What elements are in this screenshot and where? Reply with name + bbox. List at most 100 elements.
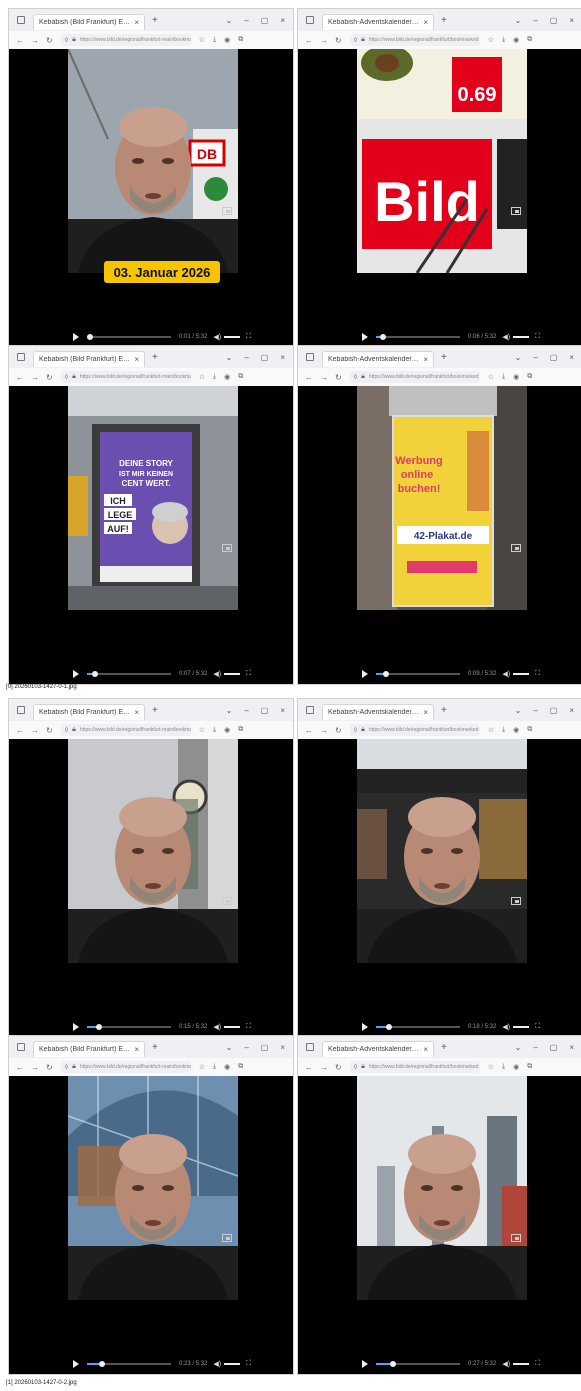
volume-icon[interactable]: ◀︎): [502, 1023, 510, 1031]
browser-tab[interactable]: Kebabish-Adventskalender Ebershausen ×: [322, 704, 434, 720]
account-icon[interactable]: ◉: [513, 373, 519, 381]
forward-icon[interactable]: →: [320, 373, 328, 382]
maximize-icon[interactable]: ▢: [261, 706, 269, 715]
chevron-down-icon[interactable]: ⌄: [515, 1043, 522, 1052]
fullscreen-icon[interactable]: ⛶: [246, 333, 251, 341]
forward-icon[interactable]: →: [31, 373, 39, 382]
volume-slider[interactable]: [513, 673, 530, 675]
tab-list-icon[interactable]: [306, 1043, 314, 1051]
back-icon[interactable]: ←: [16, 1063, 24, 1072]
seek-handle[interactable]: [99, 1361, 106, 1367]
reload-icon[interactable]: ↻: [46, 1063, 53, 1072]
reload-icon[interactable]: ↻: [335, 726, 342, 735]
close-window-icon[interactable]: ×: [569, 706, 574, 715]
video-frame[interactable]: [357, 1076, 527, 1300]
seek-handle[interactable]: [383, 671, 390, 677]
tab-list-icon[interactable]: [17, 1043, 25, 1051]
download-icon[interactable]: ⤓: [213, 373, 216, 381]
extensions-icon[interactable]: ⧉: [238, 1063, 243, 1071]
download-icon[interactable]: ⤓: [502, 373, 505, 381]
volume-icon[interactable]: ◀︎): [213, 1360, 221, 1368]
bookmark-star-icon[interactable]: ☆: [488, 726, 494, 734]
play-icon[interactable]: [362, 333, 368, 341]
browser-tab[interactable]: Kebabish (Bild Frankfurt) Erebusreaktion…: [33, 14, 145, 30]
volume-slider[interactable]: [224, 1026, 241, 1028]
pip-icon[interactable]: [511, 544, 521, 552]
account-icon[interactable]: ◉: [224, 1063, 230, 1071]
minimize-icon[interactable]: –: [533, 353, 537, 362]
fullscreen-icon[interactable]: ⛶: [246, 670, 251, 678]
new-tab-icon[interactable]: +: [152, 705, 158, 716]
minimize-icon[interactable]: –: [244, 706, 248, 715]
video-frame[interactable]: 0.69 Bild: [357, 49, 527, 273]
maximize-icon[interactable]: ▢: [550, 706, 558, 715]
chevron-down-icon[interactable]: ⌄: [515, 16, 522, 25]
chevron-down-icon[interactable]: ⌄: [226, 16, 233, 25]
reload-icon[interactable]: ↻: [335, 373, 342, 382]
url-bar[interactable]: ◊ 🔒︎ https://www.bild.de/regional/frankf…: [60, 1061, 191, 1073]
maximize-icon[interactable]: ▢: [261, 353, 269, 362]
tab-list-icon[interactable]: [306, 16, 314, 24]
close-window-icon[interactable]: ×: [569, 1043, 574, 1052]
pip-icon[interactable]: [222, 544, 232, 552]
bookmark-star-icon[interactable]: ☆: [199, 1063, 205, 1071]
minimize-icon[interactable]: –: [244, 16, 248, 25]
volume-icon[interactable]: ◀︎): [502, 333, 510, 341]
forward-icon[interactable]: →: [320, 36, 328, 45]
back-icon[interactable]: ←: [305, 726, 313, 735]
reload-icon[interactable]: ↻: [46, 373, 53, 382]
reload-icon[interactable]: ↻: [46, 36, 53, 45]
play-icon[interactable]: [73, 670, 79, 678]
bookmark-star-icon[interactable]: ☆: [199, 726, 205, 734]
pip-icon[interactable]: [511, 207, 521, 215]
forward-icon[interactable]: →: [31, 1063, 39, 1072]
bookmark-star-icon[interactable]: ☆: [199, 373, 205, 381]
url-bar[interactable]: ◊ 🔒︎ https://www.bild.de/regional/frankf…: [349, 724, 480, 736]
minimize-icon[interactable]: –: [244, 1043, 248, 1052]
url-bar[interactable]: ◊ 🔒︎ https://www.bild.de/regional/frankf…: [60, 34, 191, 46]
account-icon[interactable]: ◉: [513, 726, 519, 734]
seek-bar[interactable]: [87, 671, 171, 677]
play-icon[interactable]: [73, 1360, 79, 1368]
download-icon[interactable]: ⤓: [213, 726, 216, 734]
url-bar[interactable]: ◊ 🔒︎ https://www.bild.de/regional/frankf…: [60, 371, 191, 383]
seek-bar[interactable]: [376, 1024, 460, 1030]
forward-icon[interactable]: →: [31, 726, 39, 735]
account-icon[interactable]: ◉: [224, 36, 230, 44]
minimize-icon[interactable]: –: [533, 16, 537, 25]
browser-tab[interactable]: Kebabish (Bild Frankfurt) Erebusreaktion…: [33, 351, 145, 367]
back-icon[interactable]: ←: [16, 726, 24, 735]
browser-tab[interactable]: Kebabish (Bild Frankfurt) Erebusreaktion…: [33, 704, 145, 720]
bookmark-star-icon[interactable]: ☆: [199, 36, 205, 44]
close-tab-icon[interactable]: ×: [423, 355, 428, 364]
chevron-down-icon[interactable]: ⌄: [226, 353, 233, 362]
volume-icon[interactable]: ◀︎): [213, 670, 221, 678]
chevron-down-icon[interactable]: ⌄: [226, 1043, 233, 1052]
new-tab-icon[interactable]: +: [441, 1042, 447, 1053]
close-window-icon[interactable]: ×: [280, 1043, 285, 1052]
forward-icon[interactable]: →: [320, 726, 328, 735]
extensions-icon[interactable]: ⧉: [527, 373, 532, 381]
back-icon[interactable]: ←: [305, 373, 313, 382]
new-tab-icon[interactable]: +: [152, 1042, 158, 1053]
seek-bar[interactable]: [376, 334, 460, 340]
download-icon[interactable]: ⤓: [502, 726, 505, 734]
url-bar[interactable]: ◊ 🔒︎ https://www.bild.de/regional/frankf…: [349, 1061, 480, 1073]
chevron-down-icon[interactable]: ⌄: [515, 706, 522, 715]
volume-slider[interactable]: [513, 1363, 530, 1365]
close-tab-icon[interactable]: ×: [423, 1045, 428, 1054]
reload-icon[interactable]: ↻: [335, 36, 342, 45]
volume-slider[interactable]: [224, 1363, 241, 1365]
seek-handle[interactable]: [87, 334, 94, 340]
seek-bar[interactable]: [376, 671, 460, 677]
minimize-icon[interactable]: –: [533, 1043, 537, 1052]
video-frame[interactable]: [68, 739, 238, 963]
pip-icon[interactable]: [222, 1234, 232, 1242]
url-bar[interactable]: ◊ 🔒︎ https://www.bild.de/regional/frankf…: [349, 371, 480, 383]
url-bar[interactable]: ◊ 🔒︎ https://www.bild.de/regional/frankf…: [60, 724, 191, 736]
download-icon[interactable]: ⤓: [213, 1063, 216, 1071]
back-icon[interactable]: ←: [305, 36, 313, 45]
fullscreen-icon[interactable]: ⛶: [535, 670, 540, 678]
video-frame[interactable]: [357, 739, 527, 963]
download-icon[interactable]: ⤓: [502, 1063, 505, 1071]
